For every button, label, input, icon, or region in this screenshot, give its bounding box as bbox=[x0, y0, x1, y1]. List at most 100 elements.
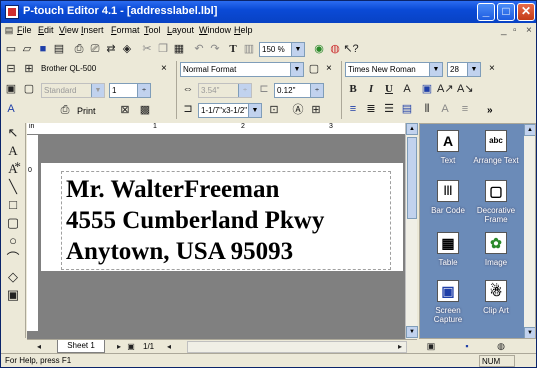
maximize-button[interactable]: □ bbox=[497, 3, 515, 21]
length-input[interactable]: 3.54" ÷ bbox=[198, 83, 252, 98]
format-select[interactable]: Normal Format ▼ bbox=[180, 62, 304, 77]
margin-input[interactable]: 0.12" ÷ bbox=[274, 83, 324, 98]
char-spacing-icon[interactable]: A bbox=[437, 101, 453, 117]
font-panel-close[interactable]: × bbox=[489, 63, 495, 74]
align-center-icon[interactable]: ≣ bbox=[363, 101, 379, 117]
frame-tool-icon[interactable]: ▣ bbox=[5, 287, 21, 303]
bold-button[interactable]: B bbox=[345, 81, 361, 97]
printer-panel-close[interactable]: × bbox=[161, 63, 167, 74]
document-icon[interactable]: ▤ bbox=[3, 23, 15, 37]
new-icon[interactable]: ▭ bbox=[3, 41, 19, 57]
address-line-3[interactable]: Anytown, USA 95093 bbox=[66, 236, 386, 267]
select-pointer-icon[interactable]: ↖ bbox=[5, 125, 21, 141]
tape-size-select[interactable]: 1-1/7"x3-1/2" ▼ bbox=[198, 103, 262, 118]
mdi-minimize-button[interactable]: _ bbox=[501, 25, 507, 36]
rectangle-tool-icon[interactable]: □ bbox=[5, 197, 21, 213]
help-pointer-icon[interactable]: ↖? bbox=[343, 41, 359, 57]
menu-view[interactable]: View bbox=[59, 25, 78, 35]
text-style-icon[interactable]: ▣ bbox=[419, 81, 435, 97]
copies-input[interactable]: 1 ÷ bbox=[109, 83, 151, 98]
address-line-1[interactable]: Mr. WalterFreeman bbox=[66, 174, 386, 205]
title-bar[interactable]: P-touch Editor 4.1 - [addresslabel.lbl] … bbox=[1, 1, 536, 23]
print-mode-select[interactable]: Standard ▼ bbox=[41, 83, 105, 98]
update-icon[interactable]: ◍ bbox=[327, 41, 343, 57]
transfer-icon[interactable]: ⇄ bbox=[103, 41, 119, 57]
redo-icon[interactable]: ↷ bbox=[207, 41, 223, 57]
address-text-object[interactable]: Mr. WalterFreeman 4555 Cumberland Pkwy A… bbox=[61, 171, 391, 270]
menu-tool[interactable]: Tool bbox=[144, 25, 161, 35]
orientation-icon[interactable]: ⊡ bbox=[266, 102, 282, 118]
vertical-scrollbar[interactable]: ▲ ▼ bbox=[405, 123, 418, 339]
scroll-down-icon[interactable]: ▼ bbox=[524, 327, 535, 338]
label-canvas[interactable]: in 1 2 3 0 Mr. WalterFreeman 4555 Cumber… bbox=[27, 123, 417, 339]
menu-file[interactable]: File bbox=[17, 25, 32, 35]
menu-window[interactable]: Window bbox=[199, 25, 231, 35]
menu-edit[interactable]: Edit bbox=[38, 25, 54, 35]
menu-help[interactable]: Help bbox=[234, 25, 253, 35]
italic-button[interactable]: I bbox=[363, 81, 379, 97]
horizontal-scrollbar[interactable]: ▸ bbox=[187, 341, 407, 353]
address-line-2[interactable]: 4555 Cumberland Pkwy bbox=[66, 205, 386, 236]
scroll-up-icon[interactable]: ▲ bbox=[524, 124, 535, 136]
print-icon[interactable]: ⎚ bbox=[87, 41, 103, 57]
object-arrange-text[interactable]: abc Arrange Text bbox=[468, 130, 524, 165]
outline-icon[interactable]: A bbox=[399, 81, 415, 97]
text-fit-icon[interactable]: ⊞ bbox=[308, 102, 324, 118]
font-shrink-icon[interactable]: A↘ bbox=[457, 81, 474, 97]
object-decorative-frame[interactable]: ▢ Decorative Frame bbox=[468, 180, 524, 224]
globe-icon[interactable]: ◉ bbox=[311, 41, 327, 57]
font-grow-icon[interactable]: A↗ bbox=[437, 81, 454, 97]
print-preview-icon[interactable]: ⎙ bbox=[71, 41, 87, 57]
line-spacing-icon[interactable]: ≡ bbox=[457, 101, 473, 117]
layout-tab-icon[interactable]: ▪ bbox=[459, 338, 475, 354]
scroll-down-icon[interactable]: ▼ bbox=[406, 326, 418, 338]
database-icon[interactable]: ▤ bbox=[51, 41, 67, 57]
underline-button[interactable]: U bbox=[381, 81, 397, 97]
cut-icon[interactable]: ✂ bbox=[139, 41, 155, 57]
paper-icon[interactable]: ▣ bbox=[3, 81, 19, 97]
object-panel-scrollbar[interactable]: ▲ ▼ bbox=[524, 124, 535, 338]
print-preview-small-icon[interactable]: ▩ bbox=[137, 102, 153, 118]
database-tab-icon[interactable]: ◍ bbox=[493, 338, 509, 354]
format-box-icon[interactable]: ▢ bbox=[306, 61, 322, 77]
printer-icon[interactable]: ⊞ bbox=[21, 61, 37, 77]
font-name-select[interactable]: Times New Roman ▼ bbox=[345, 62, 443, 77]
arc-tool-icon[interactable]: ⌒ bbox=[5, 251, 21, 267]
polygon-tool-icon[interactable]: ◇ bbox=[5, 269, 21, 285]
rounded-rect-tool-icon[interactable]: ▢ bbox=[5, 215, 21, 231]
copy-icon[interactable]: ❐ bbox=[155, 41, 171, 57]
undo-icon[interactable]: ↶ bbox=[191, 41, 207, 57]
snap-icon[interactable]: ⊟ bbox=[3, 61, 19, 77]
text-tool-icon[interactable]: A bbox=[5, 143, 21, 159]
page-icon[interactable]: ▢ bbox=[21, 81, 37, 97]
justify-icon[interactable]: ▤ bbox=[399, 101, 415, 117]
scroll-thumb[interactable] bbox=[407, 137, 417, 219]
scroll-up-icon[interactable]: ▲ bbox=[406, 123, 418, 135]
align-left-icon[interactable]: ≡ bbox=[345, 101, 361, 117]
label-page[interactable]: Mr. WalterFreeman 4555 Cumberland Pkwy A… bbox=[41, 163, 403, 271]
more-options-button[interactable]: » bbox=[487, 105, 493, 116]
print-button[interactable]: Print bbox=[77, 106, 96, 116]
sheet-tab[interactable]: Sheet 1 bbox=[57, 340, 105, 353]
paste-icon[interactable]: ▦ bbox=[171, 41, 187, 57]
object-image[interactable]: ✿ Image bbox=[468, 232, 524, 267]
minimize-button[interactable]: _ bbox=[477, 3, 495, 21]
menu-layout[interactable]: Layout bbox=[167, 25, 194, 35]
font-size-select[interactable]: 28 ▼ bbox=[447, 62, 481, 77]
object-clip-art[interactable]: ☃ Clip Art bbox=[468, 280, 524, 315]
close-button[interactable]: ✕ bbox=[517, 3, 535, 21]
layout-icon[interactable]: ▥ bbox=[241, 41, 257, 57]
zoom-select[interactable]: 150 % ▼ bbox=[259, 42, 305, 57]
text-insert-icon[interactable]: T bbox=[225, 41, 241, 57]
print-options-icon[interactable]: ⊠ bbox=[117, 102, 133, 118]
properties-icon[interactable]: ◈ bbox=[119, 41, 135, 57]
save-icon[interactable]: ■ bbox=[35, 41, 51, 57]
text-frame-icon[interactable]: Ⓐ bbox=[290, 102, 306, 118]
vertical-text-tool-icon[interactable]: A⃰ bbox=[5, 161, 21, 177]
menu-insert[interactable]: Insert bbox=[81, 25, 104, 35]
vertical-text-icon[interactable]: ⫴ bbox=[419, 101, 435, 117]
print-setup-icon[interactable]: ⎙ bbox=[57, 102, 73, 118]
open-icon[interactable]: ▱ bbox=[19, 41, 35, 57]
objects-tab-icon[interactable]: ▣ bbox=[423, 338, 439, 354]
align-right-icon[interactable]: ☰ bbox=[381, 101, 397, 117]
